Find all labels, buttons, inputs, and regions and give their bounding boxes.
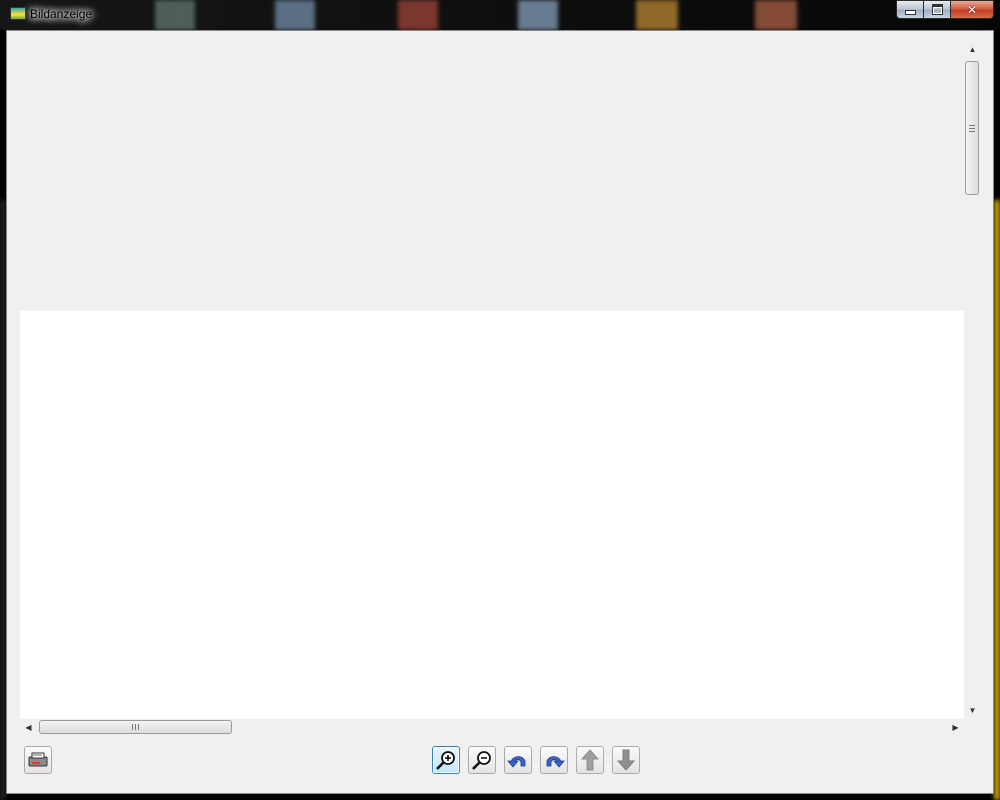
window-title: Bildanzeige [30, 7, 93, 21]
minimize-button[interactable] [896, 0, 923, 19]
close-icon: ✕ [966, 2, 978, 17]
grip-icon [969, 124, 975, 132]
rotate-right-icon [546, 756, 565, 768]
title-bar[interactable]: Bildanzeige ✕ [0, 0, 1000, 30]
document-image [20, 311, 964, 721]
vertical-scrollbar[interactable]: ▲ ▼ [964, 41, 981, 719]
maximize-icon [931, 4, 943, 15]
horizontal-scroll-thumb[interactable] [39, 720, 232, 734]
image-viewer-window: Bildanzeige ✕ ▲ ▼ ◀ ▶ [0, 0, 1000, 800]
caption-buttons: ✕ [896, 0, 994, 20]
horizontal-scrollbar[interactable]: ◀ ▶ [20, 719, 964, 736]
arrow-up-icon [581, 749, 599, 771]
next-page-button[interactable] [612, 746, 640, 774]
image-viewport[interactable] [20, 34, 964, 721]
arrow-down-icon [617, 749, 635, 771]
scroll-down-icon[interactable]: ▼ [964, 702, 981, 719]
scanner-button[interactable] [24, 746, 52, 774]
zoom-out-button[interactable] [468, 746, 496, 774]
grip-icon [132, 724, 139, 730]
zoom-in-button[interactable] [432, 746, 460, 774]
app-icon [10, 7, 26, 20]
vertical-scroll-thumb[interactable] [965, 61, 979, 195]
rotate-right-button[interactable] [540, 746, 568, 774]
scroll-right-icon[interactable]: ▶ [947, 719, 964, 736]
window-client-area: ▲ ▼ ◀ ▶ [6, 30, 994, 794]
previous-page-button[interactable] [576, 746, 604, 774]
scanner-icon [28, 752, 48, 767]
scroll-up-icon[interactable]: ▲ [964, 41, 981, 58]
close-button[interactable]: ✕ [950, 0, 994, 19]
maximize-button[interactable] [923, 0, 950, 19]
scroll-left-icon[interactable]: ◀ [20, 719, 37, 736]
minimize-icon [904, 10, 916, 15]
rotate-left-button[interactable] [504, 746, 532, 774]
rotate-left-icon [507, 756, 526, 768]
zoom-out-icon [472, 751, 491, 770]
zoom-in-icon [436, 751, 455, 770]
